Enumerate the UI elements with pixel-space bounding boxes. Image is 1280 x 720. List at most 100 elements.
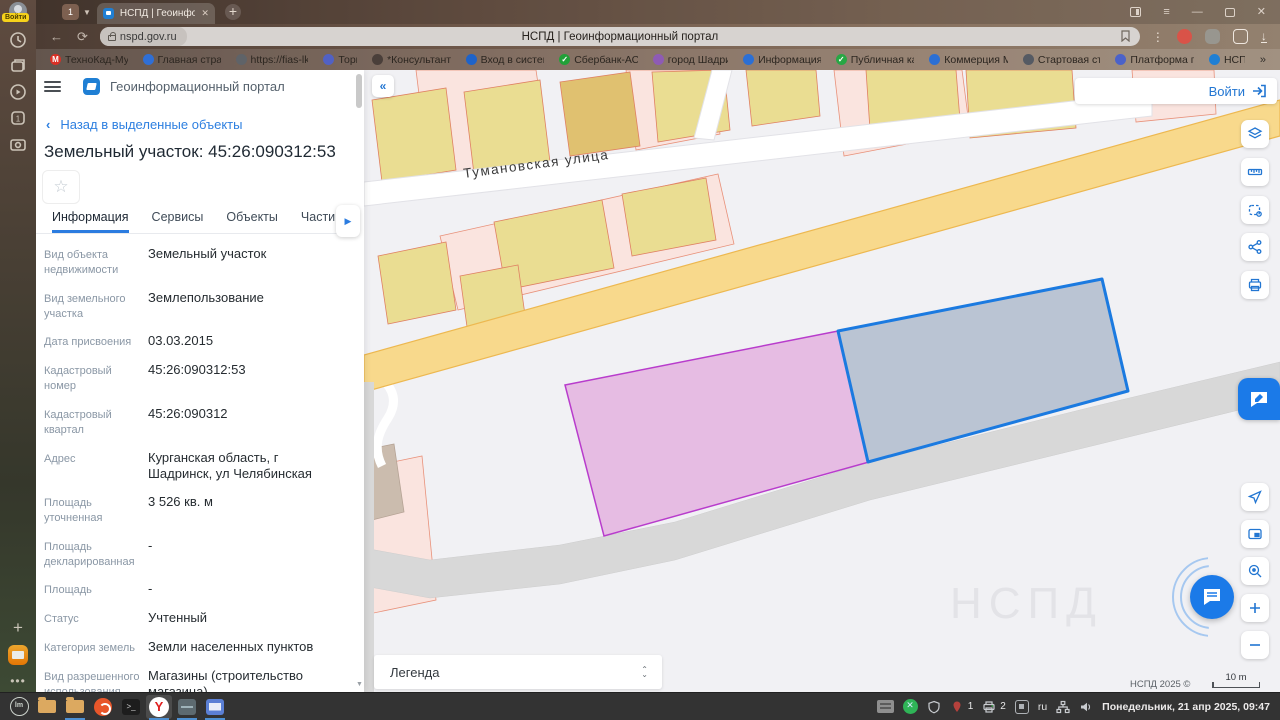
os-taskbar: lm >_ Y 1 2 ru Понедельник, 21 апр 2025,…: [0, 692, 1280, 720]
volume-icon[interactable]: [1079, 700, 1093, 714]
select-area-button[interactable]: [1241, 196, 1269, 224]
bookmark-flag-icon[interactable]: [1121, 30, 1130, 42]
address-bar[interactable]: nspd.gov.ru НСПД | Геоинформационный пор…: [99, 27, 1140, 46]
screenshot-icon[interactable]: [8, 134, 28, 154]
taskbar-gray-app[interactable]: [174, 695, 200, 720]
feedback-widget-button[interactable]: [1238, 378, 1280, 420]
search-area-button[interactable]: [1241, 557, 1269, 585]
keyboard-layout[interactable]: ru: [1038, 701, 1047, 713]
legend-bar[interactable]: Легенда ⌃ ⌄: [374, 655, 662, 689]
panel-collapse-button[interactable]: «: [372, 75, 394, 97]
tabs-pager-button[interactable]: ▶: [336, 205, 360, 237]
search-area-icon: [1248, 564, 1262, 578]
attr-label: Вид земельного участка: [44, 292, 126, 320]
extension-outline-icon[interactable]: [1232, 29, 1248, 44]
bookmark-item[interactable]: Стартовая стран: [1022, 54, 1100, 66]
back-to-selection-link[interactable]: ‹ Назад в выделенные объекты: [46, 117, 242, 132]
tab-group-chevron-icon[interactable]: ▼: [83, 8, 91, 17]
new-tab-button[interactable]: +: [224, 4, 241, 20]
history-icon[interactable]: [8, 30, 28, 50]
attr-label: Кадастровый квартал: [44, 408, 112, 436]
scrollbar-down-icon[interactable]: ▼: [356, 681, 363, 688]
maximize-icon[interactable]: [1224, 7, 1235, 17]
bookmark-item[interactable]: Торги: [323, 54, 357, 66]
close-window-icon[interactable]: ✕: [1257, 6, 1266, 18]
bookmark-label: Сбербанк-АСТ - З: [574, 53, 638, 66]
attr-value: -: [148, 581, 153, 597]
minimap-button[interactable]: [1241, 520, 1269, 548]
app-indicator-icon[interactable]: [1014, 699, 1029, 714]
back-icon[interactable]: ←: [50, 29, 63, 44]
tab-group-chip[interactable]: 1: [62, 4, 79, 20]
tab-information[interactable]: Информация: [52, 210, 129, 233]
sidebar-login-badge[interactable]: Войти: [2, 13, 30, 22]
downloads-icon[interactable]: ↓: [1260, 30, 1267, 43]
extension-gray-icon[interactable]: [1204, 29, 1220, 44]
sync-app-icon[interactable]: [902, 699, 918, 714]
network-icon[interactable]: [1056, 700, 1070, 714]
bookmark-item[interactable]: ✓Сбербанк-АСТ - З: [559, 54, 638, 66]
printer-icon[interactable]: [982, 700, 996, 714]
extension-red-icon[interactable]: [1176, 29, 1192, 44]
shield-icon[interactable]: [927, 700, 941, 714]
bookmark-item[interactable]: НСПД: [1208, 54, 1245, 66]
bookmark-item[interactable]: Коммерция МО.х: [929, 54, 1008, 66]
tab-objects[interactable]: Объекты: [226, 210, 278, 233]
taskbar-folder-window[interactable]: [62, 695, 88, 720]
tab-services[interactable]: Сервисы: [152, 210, 204, 233]
taskbar-clock[interactable]: Понедельник, 21 апр 2025, 09:47: [1102, 701, 1270, 713]
tab-counter-icon[interactable]: 1: [8, 108, 28, 128]
taskbar-yandex-browser[interactable]: Y: [146, 694, 172, 720]
browser-tab[interactable]: НСПД | Геоинформаци ✕: [96, 3, 215, 24]
reload-icon[interactable]: ⟳: [77, 29, 88, 45]
bookmark-item[interactable]: Главная страниц: [142, 54, 221, 66]
video-icon[interactable]: [8, 82, 28, 102]
bookmark-item[interactable]: https://fias-lk.nal: [235, 54, 308, 66]
bookmark-item[interactable]: Вход в систему ::: [465, 54, 544, 66]
sidebar-add-icon[interactable]: +: [8, 618, 28, 638]
map-canvas[interactable]: Тумановская улица НСПД « Войти Легенда ⌃…: [364, 70, 1280, 692]
collections-icon[interactable]: [8, 56, 28, 76]
legend-expand-icon[interactable]: ⌃ ⌄: [641, 666, 648, 679]
attribute-row: Вид объекта недвижимости Земельный участо…: [44, 246, 344, 278]
share-button[interactable]: [1241, 233, 1269, 261]
geolocate-button[interactable]: [1241, 483, 1269, 511]
pin-notification-icon[interactable]: [950, 700, 964, 714]
login-bar[interactable]: Войти: [1075, 78, 1277, 104]
bookmark-item[interactable]: ✓Публичная кадас: [835, 54, 914, 66]
attr-value: 03.03.2015: [148, 333, 214, 349]
bookmark-item[interactable]: *КонсультантПлю: [372, 54, 451, 66]
favorite-star-button[interactable]: ☆: [42, 170, 80, 204]
login-icon: [1253, 84, 1266, 98]
bookmark-item[interactable]: Платформа госуд: [1115, 54, 1194, 66]
layers-button[interactable]: [1241, 120, 1269, 148]
scrollbar-thumb[interactable]: [356, 74, 362, 108]
bookmark-item[interactable]: город Шадринск: [652, 53, 728, 66]
measure-button[interactable]: [1241, 158, 1269, 186]
minimize-icon[interactable]: —: [1192, 6, 1203, 18]
keyboard-indicator-icon[interactable]: [876, 700, 894, 713]
zoom-in-button[interactable]: [1241, 594, 1269, 622]
taskbar-files-button[interactable]: [34, 695, 60, 719]
more-actions-icon[interactable]: ⋮: [1152, 30, 1164, 44]
bookmarks-overflow-icon[interactable]: »: [1260, 54, 1270, 66]
sidebar-more-icon[interactable]: •••: [8, 672, 28, 692]
chat-button[interactable]: [1190, 575, 1234, 619]
panel-scrollbar[interactable]: ▼: [356, 72, 363, 688]
yandex-mail-icon[interactable]: [8, 645, 28, 665]
taskbar-orange-app[interactable]: [90, 695, 116, 719]
taskbar-terminal[interactable]: >_: [118, 695, 144, 719]
tab-panels-icon[interactable]: [1130, 7, 1142, 17]
bookmark-item[interactable]: M ТехноКад-Муниц: [50, 54, 128, 66]
start-menu-button[interactable]: lm: [6, 695, 32, 719]
zoom-out-button[interactable]: [1241, 631, 1269, 659]
tab-close-icon[interactable]: ✕: [201, 8, 209, 19]
menu-icon[interactable]: [44, 80, 61, 93]
taskbar-mail-app[interactable]: [202, 695, 228, 720]
browser-menu-icon[interactable]: ≡: [1163, 6, 1169, 18]
print-button[interactable]: [1241, 271, 1269, 299]
tab-favicon: [102, 8, 114, 19]
attribute-row: Статус Учтенный: [44, 610, 344, 627]
bookmark-label: город Шадринск: [667, 53, 728, 66]
bookmark-item[interactable]: Информация о р: [743, 54, 821, 66]
